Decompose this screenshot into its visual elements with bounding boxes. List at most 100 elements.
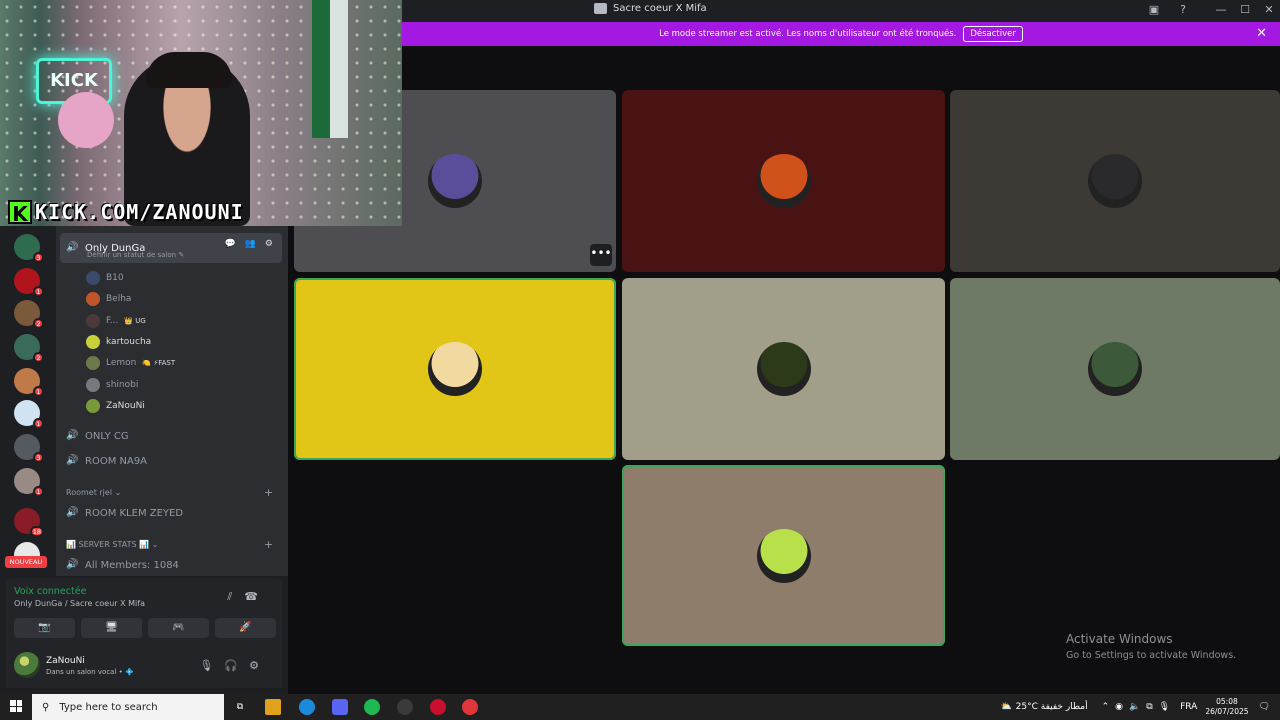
voice-connected-status[interactable]: Voix connectée [14, 586, 86, 597]
channel-name: ROOM NA9A [85, 455, 148, 467]
participant-tile[interactable] [622, 278, 945, 460]
member-name: B10 [106, 273, 124, 283]
voice-member[interactable]: shinobi [86, 377, 138, 392]
member-avatar [86, 334, 100, 349]
minimize-button[interactable]: — [1213, 3, 1229, 16]
noise-suppression-icon[interactable]: ⫽ [227, 590, 244, 603]
channel-name: ONLY CG [85, 430, 129, 442]
activity-button[interactable]: 🎮 [148, 618, 209, 638]
mention-badge: 1 [33, 286, 44, 297]
file-explorer-icon[interactable] [265, 699, 281, 715]
more-options-icon[interactable]: ••• [590, 244, 612, 266]
teddy-bear [58, 92, 114, 148]
voice-channel-room-na9a[interactable]: 🔊 ROOM NA9A [66, 455, 147, 467]
server-icon[interactable]: 18 [14, 508, 44, 537]
voice-channel-room-klem[interactable]: 🔊 ROOM KLEM ZEYED [66, 507, 183, 519]
server-icon[interactable]: 3 [14, 434, 44, 463]
spotify-icon[interactable] [364, 699, 380, 715]
user-panel: ZaNouNi Dans un salon vocal • 💠 🎙🎧⚙ [6, 644, 282, 688]
participant-tile[interactable] [950, 90, 1280, 272]
server-icon[interactable]: 2 [14, 334, 44, 363]
help-icon[interactable]: ? [1175, 3, 1191, 16]
kick-overlay: K KICK.COM/ZANOUNI [8, 200, 244, 226]
app-icon[interactable] [397, 699, 413, 715]
disable-streamer-button[interactable]: Désactiver [963, 26, 1023, 42]
server-icon[interactable]: 2 [14, 300, 44, 329]
flag [312, 0, 348, 138]
microphone-icon[interactable]: 🎙 [199, 659, 224, 672]
server-icon[interactable]: 3 [14, 234, 44, 263]
member-tag: 👑 UG [124, 316, 146, 325]
voice-member[interactable]: Belha [86, 292, 131, 307]
mention-badge: 3 [33, 452, 44, 463]
discord-icon [594, 3, 607, 14]
member-tag: 🍋 ⚡FAST [142, 359, 176, 368]
participant-avatar [1088, 154, 1142, 208]
close-banner-icon[interactable]: ✕ [1256, 26, 1267, 41]
voice-member[interactable]: B10 [86, 271, 124, 285]
server-icon[interactable]: 1 [14, 268, 44, 297]
app-red-icon[interactable] [462, 699, 478, 715]
avatar[interactable] [14, 652, 40, 678]
gear-icon[interactable]: ⚙ [249, 659, 270, 672]
tray-icons[interactable]: ⌃◉🔈⧉🎙 [1102, 702, 1176, 712]
voice-channel-only-cg[interactable]: 🔊 ONLY CG [66, 430, 129, 442]
channel-name: All Members: 1084 [85, 559, 179, 571]
participant-tile[interactable] [950, 278, 1280, 460]
window-title-text: Sacre coeur X Mifa [613, 3, 707, 14]
discord-taskbar-icon[interactable] [332, 699, 348, 715]
speaker-icon: 🔊 [66, 430, 79, 441]
voice-location[interactable]: Only DunGa / Sacre coeur X Mifa [14, 599, 145, 608]
voice-member[interactable]: ZaNouNi [86, 398, 145, 413]
edge-icon[interactable] [299, 699, 315, 715]
inbox-icon[interactable]: ▣ [1146, 3, 1162, 16]
participant-tile[interactable] [622, 465, 945, 646]
close-window-button[interactable]: ✕ [1261, 3, 1277, 16]
search-placeholder: Type here to search [59, 701, 158, 713]
mention-badge: 2 [33, 352, 44, 363]
camera-button[interactable]: 📷 [14, 618, 75, 638]
voice-member[interactable]: Lemon 🍋 ⚡FAST [86, 356, 176, 371]
server-icon[interactable]: 1 [14, 368, 44, 397]
screen-share-button[interactable]: 🖥 [81, 618, 142, 638]
voice-member[interactable]: F... 👑 UG [86, 313, 146, 328]
window-title: Sacre coeur X Mifa [594, 3, 707, 14]
member-name: ZaNouNi [106, 400, 145, 411]
participant-avatar [756, 154, 811, 208]
participant-avatar [428, 342, 482, 396]
weather[interactable]: 25°C أمطار خفيفة [1016, 702, 1088, 712]
weather-icon: ⛅ [1000, 702, 1012, 712]
participant-tile[interactable] [622, 90, 945, 272]
category-server-stats[interactable]: 📊 SERVER STATS 📊 ⌄ + [66, 538, 273, 551]
taskbar-search[interactable]: ⚲ Type here to search [32, 694, 224, 720]
server-icon[interactable]: 1 [14, 400, 44, 429]
notifications-icon[interactable]: 🗨 [1259, 702, 1270, 712]
participant-tile[interactable] [294, 278, 616, 460]
voice-connection-panel: Voix connectée Only DunGa / Sacre coeur … [6, 578, 282, 644]
voice-member[interactable]: kartoucha [86, 334, 151, 349]
add-channel-icon[interactable]: + [264, 486, 273, 499]
channel-tools-icons[interactable]: 💬 👥 ⚙ [225, 239, 276, 249]
voice-channel-only-dunga[interactable]: 🔊 Only DunGa Définir un statut de salon … [60, 233, 282, 263]
member-avatar [86, 377, 100, 392]
disconnect-icon[interactable]: ☎ [244, 590, 270, 603]
add-channel-icon[interactable]: + [264, 538, 273, 551]
server-icon[interactable]: 1 [14, 468, 44, 497]
opera-icon[interactable] [430, 699, 446, 715]
desktop: Sacre coeur X Mifa ▣ ? — ☐ ✕ Le mode str… [0, 0, 1280, 720]
windows-start-icon[interactable] [10, 700, 22, 712]
channel-status[interactable]: Définir un statut de salon ✎ [87, 251, 184, 259]
category-roomet-rjel[interactable]: Roomet rjel ⌄ + [66, 486, 273, 499]
stat-channel-all-members[interactable]: 🔊 All Members: 1084 [66, 559, 179, 571]
category-name: 📊 SERVER STATS 📊 ⌄ [66, 540, 159, 549]
task-view-icon[interactable]: ⧉ [232, 699, 248, 715]
soundboard-button[interactable]: 🚀 [215, 618, 276, 638]
user-controls: 🎙🎧⚙ [199, 659, 270, 672]
headphones-icon[interactable]: 🎧 [224, 659, 249, 672]
language[interactable]: FRA [1180, 702, 1197, 712]
maximize-button[interactable]: ☐ [1237, 3, 1253, 16]
username[interactable]: ZaNouNi [46, 656, 85, 666]
activate-windows-watermark: Activate Windows Go to Settings to activ… [1066, 632, 1236, 661]
new-badge: NOUVEAU [5, 556, 47, 568]
clock[interactable]: 05:08 26/07/2025 [1205, 697, 1248, 717]
